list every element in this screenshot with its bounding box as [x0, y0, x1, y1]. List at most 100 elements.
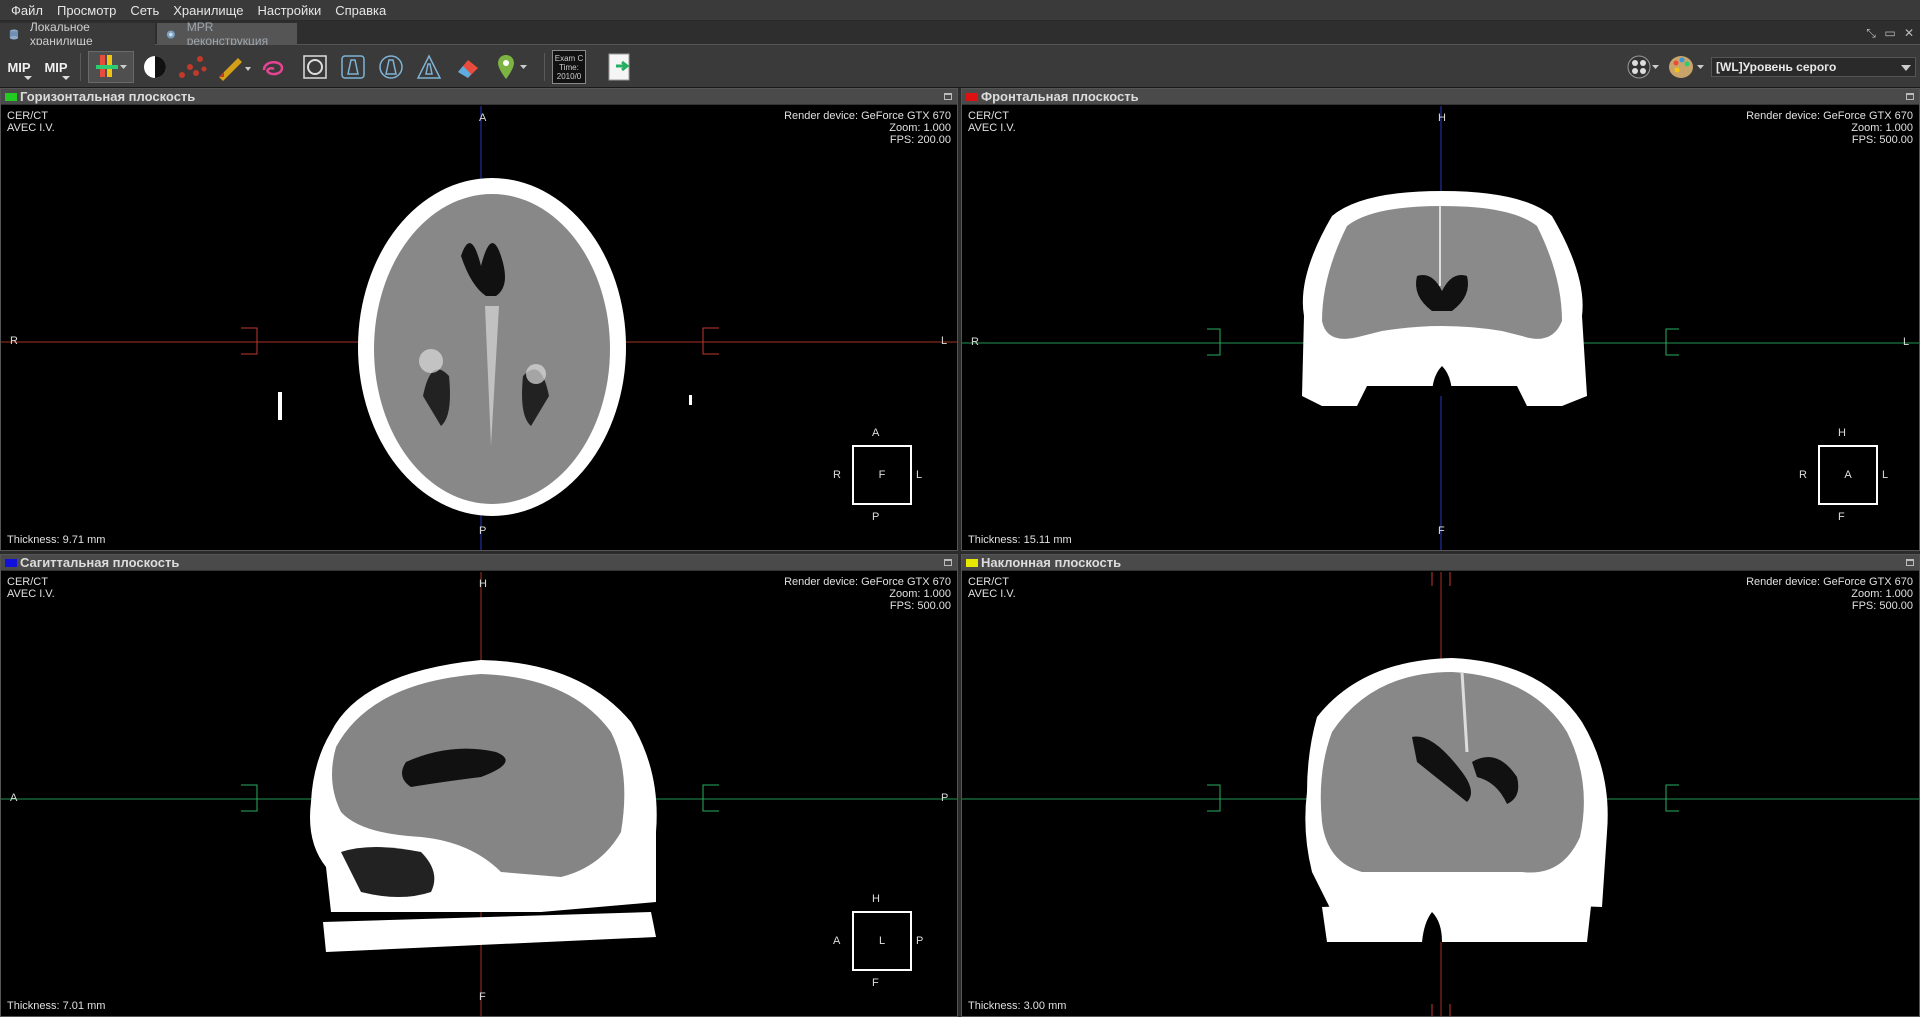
menu-bar: Файл Просмотр Сеть Хранилище Настройки С… [0, 0, 1920, 21]
freehand-tool-button[interactable] [258, 51, 288, 83]
orientation-right: L [1903, 336, 1910, 348]
viewport-color-marker [966, 92, 978, 101]
patient-line-1: CER/CT [7, 576, 48, 588]
orientation-left: R [10, 335, 18, 347]
points-icon [179, 56, 207, 78]
restore-icon[interactable]: ⤡ [1864, 26, 1878, 40]
maximize-icon[interactable] [1906, 559, 1914, 566]
viewport-canvas[interactable]: CER/CT AVEC I.V. Render device: GeForce … [962, 106, 1919, 550]
fps-value: FPS: 500.00 [1851, 600, 1913, 612]
patient-line-1: CER/CT [968, 110, 1009, 122]
mip-label-2: MIP [44, 59, 68, 75]
patient-line-2: AVEC I.V. [7, 588, 55, 600]
ellipse-roi-button[interactable] [300, 51, 330, 83]
profile-circle-icon [379, 55, 403, 79]
orientation-cube: H F A P L [832, 891, 924, 989]
orientation-left: A [10, 792, 18, 804]
patient-line-1: CER/CT [7, 110, 48, 122]
viewport-axial[interactable]: Горизонтальная плоскость CER/CT AVEC I.V… [0, 88, 958, 551]
maximize-icon[interactable] [944, 559, 952, 566]
maximize-icon[interactable] [1906, 93, 1914, 100]
cube-left-label: R [1799, 469, 1807, 481]
menu-storage[interactable]: Хранилище [166, 3, 250, 18]
orientation-top: H [1438, 112, 1446, 124]
tab-mpr-reconstruction[interactable]: MPR реконструкция [157, 20, 297, 48]
eraser-icon [458, 60, 478, 78]
zoom-value: Zoom: 1.000 [1851, 588, 1913, 600]
patient-info: CER/CT AVEC I.V. [968, 576, 1016, 600]
cube-bottom-label: F [1838, 511, 1845, 523]
chevron-down-icon [24, 76, 32, 80]
profile-triangle-icon [416, 54, 442, 79]
orientation-left: R [971, 336, 979, 348]
viewport-canvas[interactable]: CER/CT AVEC I.V. Render device: GeForce … [1, 572, 957, 1016]
profile-tool-2-button[interactable] [376, 51, 406, 83]
menu-file[interactable]: Файл [4, 3, 50, 18]
menu-settings[interactable]: Настройки [250, 3, 328, 18]
viewport-header: Фронтальная плоскость [962, 89, 1919, 105]
menu-view[interactable]: Просмотр [50, 3, 123, 18]
patient-line-1: CER/CT [968, 576, 1009, 588]
crosshair-tool-button[interactable] [88, 51, 134, 83]
viewport-title: Наклонная плоскость [981, 555, 1122, 570]
oblique-ct-image [962, 572, 1919, 1016]
exam-info-button[interactable]: Exam C Time: 2010/0 [552, 50, 586, 84]
cube-top-label: H [872, 893, 880, 905]
ruler-tool-button[interactable] [214, 51, 254, 83]
marker-button[interactable] [492, 51, 532, 83]
chevron-down-icon [62, 76, 70, 80]
mip-button-1[interactable]: MIP [4, 51, 34, 83]
viewport-canvas[interactable]: CER/CT AVEC I.V. Render device: GeForce … [1, 106, 957, 550]
window-controls: ⤡ ▭ ✕ [1864, 26, 1916, 40]
orientation-bottom: F [479, 991, 486, 1003]
sagittal-ct-image [1, 572, 957, 1016]
export-button[interactable] [604, 51, 636, 83]
viewport-title: Фронтальная плоскость [981, 89, 1139, 104]
zoom-value: Zoom: 1.000 [889, 122, 951, 134]
patient-line-2: AVEC I.V. [968, 122, 1016, 134]
close-icon[interactable]: ✕ [1902, 26, 1916, 40]
orientation-bottom: F [1438, 525, 1445, 537]
cube-face: L [852, 911, 912, 971]
zoom-value: Zoom: 1.000 [1851, 122, 1913, 134]
palette-button[interactable] [1666, 51, 1706, 83]
viewport-color-marker [5, 92, 17, 101]
orientation-top: A [479, 112, 487, 124]
minimize-icon[interactable]: ▭ [1883, 26, 1897, 40]
freehand-roi-icon [262, 61, 284, 76]
render-info: Render device: GeForce GTX 670 Zoom: 1.0… [784, 576, 951, 612]
viewport-sagittal[interactable]: Сагиттальная плоскость CER/CT AVEC I.V. … [0, 554, 958, 1017]
database-icon [9, 28, 19, 40]
render-device: Render device: GeForce GTX 670 [784, 576, 951, 588]
patient-line-2: AVEC I.V. [968, 588, 1016, 600]
lut-button[interactable] [1626, 51, 1660, 83]
map-pin-icon [498, 55, 527, 79]
mip-label-1: MIP [7, 59, 31, 75]
patient-info: CER/CT AVEC I.V. [968, 110, 1016, 134]
contrast-button[interactable] [140, 51, 170, 83]
film-reel-icon [1627, 55, 1659, 79]
render-info: Render device: GeForce GTX 670 Zoom: 1.0… [1746, 576, 1913, 612]
cube-right-label: P [916, 935, 924, 947]
maximize-icon[interactable] [944, 93, 952, 100]
viewport-header: Наклонная плоскость [962, 555, 1919, 571]
render-device: Render device: GeForce GTX 670 [1746, 110, 1913, 122]
viewport-oblique[interactable]: Наклонная плоскость CER/CT AVEC I.V. Ren… [961, 554, 1920, 1017]
profile-tool-3-button[interactable] [414, 51, 444, 83]
tab-local-storage[interactable]: Локальное хранилище [0, 20, 155, 48]
orientation-top: H [479, 578, 487, 590]
mip-button-2[interactable]: MIP [40, 51, 72, 83]
menu-help[interactable]: Справка [328, 3, 393, 18]
points-tool-button[interactable] [174, 51, 210, 83]
window-level-select[interactable]: [WL]Уровень серого [1711, 57, 1916, 77]
menu-network[interactable]: Сеть [123, 3, 166, 18]
viewport-canvas[interactable]: CER/CT AVEC I.V. Render device: GeForce … [962, 572, 1919, 1016]
eraser-button[interactable] [452, 51, 484, 83]
viewport-coronal[interactable]: Фронтальная плоскость CER/CT AVEC I.V. R… [961, 88, 1920, 551]
fps-value: FPS: 200.00 [889, 134, 951, 146]
orientation-bottom: P [479, 525, 487, 537]
profile-tool-button[interactable] [338, 51, 368, 83]
orientation-cube: H F R L A [1798, 425, 1889, 523]
patient-info: CER/CT AVEC I.V. [7, 576, 55, 600]
cube-right-label: L [1882, 469, 1889, 481]
